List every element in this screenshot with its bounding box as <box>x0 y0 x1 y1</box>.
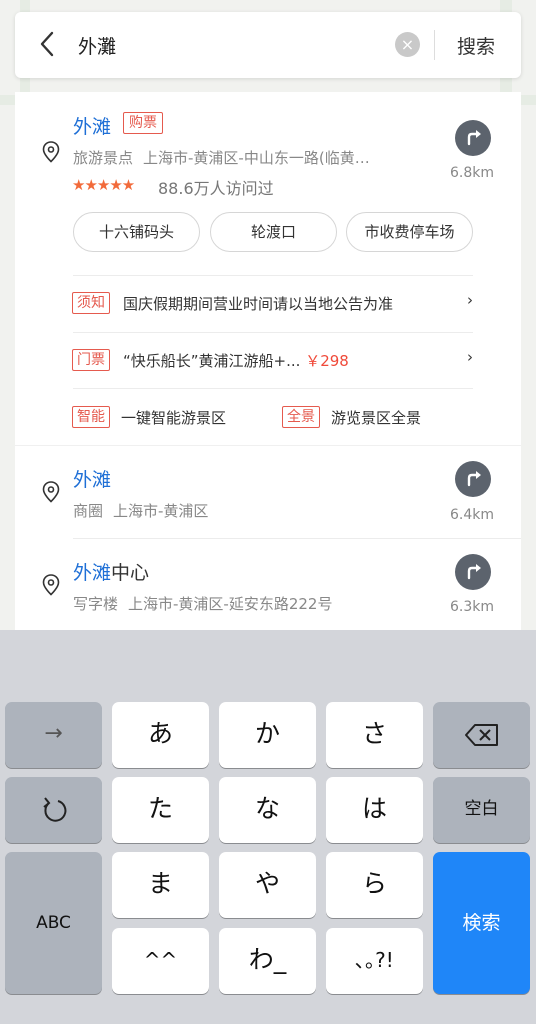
distance: 6.3km <box>450 599 495 615</box>
results-list: 外滩 购票 旅游景点 上海市-黄浦区-中山东一路(临黄… ★★★★★ 88.6万人… <box>15 92 521 630</box>
back-arrow-icon[interactable] <box>37 30 57 58</box>
divider <box>15 445 521 446</box>
visitors-count: 88.6万人访问过 <box>158 179 274 198</box>
search-input[interactable]: 外灘 <box>78 32 116 59</box>
key-search[interactable]: 検索 <box>433 852 530 994</box>
backspace-icon <box>464 724 498 746</box>
key-ma[interactable]: ま <box>112 852 209 918</box>
turn-right-icon <box>467 471 481 487</box>
result-title: 外滩 <box>73 116 112 138</box>
key-ta[interactable]: た <box>112 777 209 843</box>
route-button[interactable] <box>455 120 491 156</box>
panorama-tag: 全景 <box>282 406 320 428</box>
distance: 6.4km <box>450 507 495 523</box>
result-category: 写字楼 <box>73 595 119 613</box>
clear-icon[interactable]: × <box>395 32 420 57</box>
ticket-badge: 购票 <box>123 112 163 134</box>
key-ya[interactable]: や <box>219 852 316 918</box>
divider <box>73 275 473 276</box>
divider <box>434 30 435 60</box>
divider <box>73 388 473 389</box>
notice-text: 国庆假期期间营业时间请以当地公告为准 <box>123 295 394 313</box>
result-subtitle: 商圈 上海市-黄浦区 <box>73 500 208 521</box>
key-space[interactable]: 空白 <box>433 777 530 843</box>
ticket-tag: 门票 <box>72 349 110 371</box>
distance: 6.8km <box>450 165 495 181</box>
key-na[interactable]: な <box>219 777 316 843</box>
divider <box>73 538 521 539</box>
result-subtitle: 写字楼 上海市-黄浦区-延安东路222号 <box>73 593 332 614</box>
result-category: 旅游景点 <box>73 149 134 167</box>
result-subtitle: 旅游景点 上海市-黄浦区-中山东一路(临黄… <box>73 147 370 168</box>
result-address: 上海市-黄浦区 <box>113 502 209 520</box>
chevron-right-icon: › <box>467 348 473 366</box>
key-kaomoji[interactable]: ^^ <box>112 928 209 994</box>
turn-right-icon <box>467 564 481 580</box>
smart-text: 一键智能游景区 <box>121 409 227 427</box>
chip-ferry-port[interactable]: 轮渡口 <box>210 212 337 252</box>
key-backspace[interactable] <box>433 702 530 768</box>
route-button[interactable] <box>455 554 491 590</box>
title-rest: 中心 <box>111 562 150 584</box>
key-undo[interactable] <box>5 777 102 843</box>
key-sa[interactable]: さ <box>326 702 423 768</box>
chevron-right-icon: › <box>467 291 473 309</box>
ticket-description: “快乐船长”黄浦江游船+... <box>123 352 301 370</box>
panorama-text: 游览景区全景 <box>331 409 422 427</box>
chip-parking[interactable]: 市收费停车场 <box>346 212 473 252</box>
result-title: 外滩中心 <box>73 558 149 585</box>
result-title: 外滩 <box>73 469 112 491</box>
key-ra[interactable]: ら <box>326 852 423 918</box>
key-ha[interactable]: は <box>326 777 423 843</box>
result-category: 商圈 <box>73 502 104 520</box>
divider <box>73 332 473 333</box>
keyboard: → あ か さ た な は 空白 ABC ま や ら 検索 ^^ わ_ ､｡?! <box>0 630 536 1024</box>
search-button[interactable]: 搜索 <box>457 32 495 59</box>
route-button[interactable] <box>455 461 491 497</box>
rating-stars: ★★★★★ <box>72 176 135 194</box>
notice-tag: 须知 <box>72 292 110 314</box>
chip-ferry-wharf[interactable]: 十六铺码头 <box>73 212 200 252</box>
key-ka[interactable]: か <box>219 702 316 768</box>
title-highlight: 外滩 <box>73 562 112 584</box>
smart-tag: 智能 <box>72 406 110 428</box>
ticket-price: ￥298 <box>305 352 349 370</box>
key-wa[interactable]: わ_ <box>219 928 316 994</box>
key-a[interactable]: あ <box>112 702 209 768</box>
turn-right-icon <box>467 130 481 146</box>
ticket-text: “快乐船长”黄浦江游船+... ￥298 <box>123 350 349 371</box>
key-abc[interactable]: ABC <box>5 852 102 994</box>
undo-icon <box>42 797 66 822</box>
key-punctuation[interactable]: ､｡?! <box>326 928 423 994</box>
location-pin-icon <box>42 481 60 503</box>
location-pin-icon <box>42 141 60 163</box>
location-pin-icon <box>42 574 60 596</box>
result-address: 上海市-黄浦区-延安东路222号 <box>128 595 333 613</box>
result-address: 上海市-黄浦区-中山东一路(临黄… <box>143 149 370 167</box>
search-bar: 外灘 × 搜索 <box>15 12 521 78</box>
key-arrow-right[interactable]: → <box>5 702 102 768</box>
